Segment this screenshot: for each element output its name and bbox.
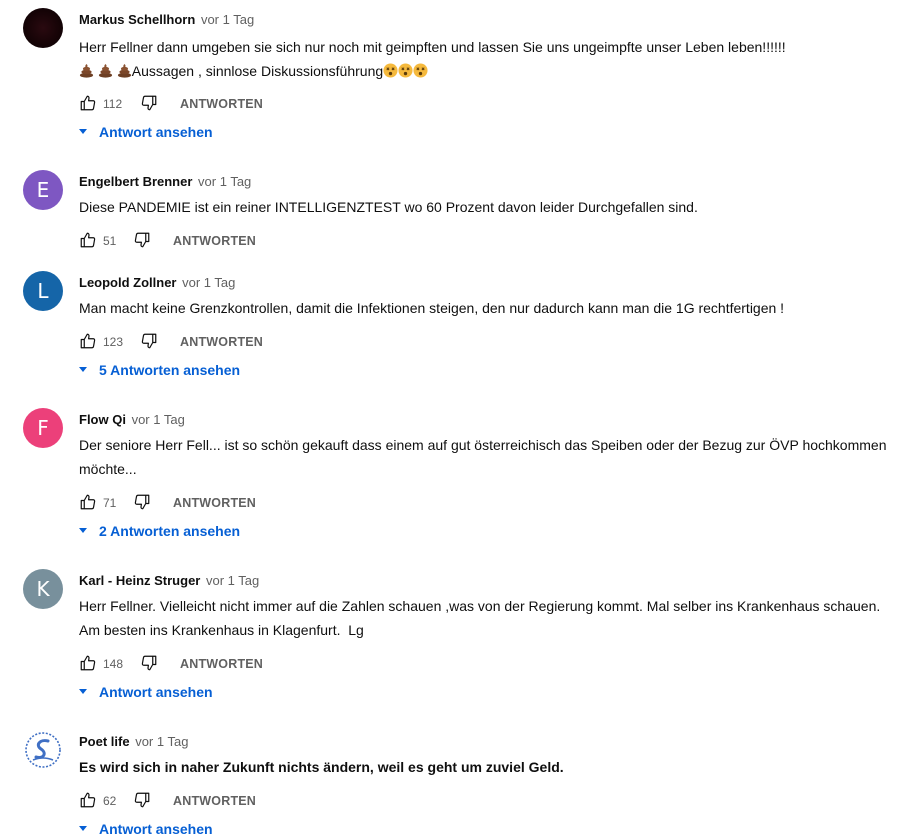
thumb-up-icon[interactable] [79, 654, 97, 672]
dizzy-face-emoji-icon [383, 63, 398, 79]
like-count: 62 [103, 794, 117, 808]
thumb-down-icon[interactable] [140, 654, 158, 672]
comment-text-line: Es wird sich in naher Zukunft nichts änd… [79, 759, 564, 775]
reply-button[interactable]: ANTWORTEN [180, 97, 263, 111]
avatar[interactable] [23, 730, 63, 770]
dizzy-face-emoji-icon [413, 63, 428, 79]
timestamp[interactable]: vor 1 Tag [182, 275, 235, 290]
comment-text: Diese PANDEMIE ist ein reiner INTELLIGEN… [79, 195, 909, 219]
view-replies-label: Antwort ansehen [99, 821, 213, 837]
thumb-down-icon[interactable] [140, 332, 158, 350]
like-count: 51 [103, 234, 117, 248]
timestamp[interactable]: vor 1 Tag [198, 174, 251, 189]
caret-down-icon [79, 825, 87, 831]
like-count: 71 [103, 496, 117, 510]
avatar[interactable]: F [23, 408, 63, 448]
caret-down-icon [79, 366, 87, 372]
author-name[interactable]: Poet life [79, 734, 130, 749]
comment-header: Engelbert Brenner vor 1 Tag [79, 174, 251, 189]
timestamp[interactable]: vor 1 Tag [135, 734, 188, 749]
avatar[interactable]: L [23, 271, 63, 311]
thumb-up-icon[interactable] [79, 791, 97, 809]
poet-logo-icon [25, 732, 61, 768]
poop-emoji-icon [117, 63, 132, 79]
view-replies-label: Antwort ansehen [99, 684, 213, 700]
timestamp[interactable]: vor 1 Tag [132, 412, 185, 427]
caret-down-icon [79, 527, 87, 533]
author-name[interactable]: Engelbert Brenner [79, 174, 192, 189]
view-replies-label: Antwort ansehen [99, 124, 213, 140]
reply-button[interactable]: ANTWORTEN [173, 496, 256, 510]
caret-down-icon [79, 128, 87, 134]
comment-header: Leopold Zollner vor 1 Tag [79, 275, 235, 290]
comment-text-line-2: möchte... [79, 461, 137, 477]
timestamp[interactable]: vor 1 Tag [201, 12, 254, 27]
like-count: 148 [103, 657, 124, 671]
comment-text-line: Man macht keine Grenzkontrollen, damit d… [79, 300, 785, 316]
reply-button[interactable]: ANTWORTEN [173, 794, 256, 808]
thumb-down-icon[interactable] [133, 231, 151, 249]
comment-text: Herr Fellner. Vielleicht nicht immer auf… [79, 594, 909, 642]
author-name[interactable]: Markus Schellhorn [79, 12, 195, 27]
thumb-down-icon[interactable] [140, 94, 158, 112]
like-count: 123 [103, 335, 124, 349]
like-count: 112 [103, 97, 123, 111]
comment-text: Man macht keine Grenzkontrollen, damit d… [79, 296, 909, 320]
reply-button[interactable]: ANTWORTEN [180, 335, 263, 349]
comment-text-span: Aussagen , sinnlose Diskussionsführung [131, 63, 384, 79]
thumb-up-icon[interactable] [79, 332, 97, 350]
comment-header: Markus Schellhorn vor 1 Tag [79, 12, 254, 27]
view-replies-button[interactable]: Antwort ansehen [79, 124, 213, 140]
timestamp[interactable]: vor 1 Tag [206, 573, 259, 588]
avatar[interactable] [23, 8, 63, 48]
thumb-up-icon[interactable] [79, 493, 97, 511]
comment-text-line: Der seniore Herr Fell... ist so schön ge… [79, 437, 887, 453]
avatar[interactable]: E [23, 170, 63, 210]
comment-text-line: Herr Fellner. Vielleicht nicht immer auf… [79, 598, 881, 614]
avatar-letter: K [36, 577, 50, 601]
comment-text: Es wird sich in naher Zukunft nichts änd… [79, 755, 909, 779]
caret-down-icon [79, 688, 87, 694]
view-replies-button[interactable]: 2 Antworten ansehen [79, 523, 240, 539]
view-replies-button[interactable]: Antwort ansehen [79, 684, 213, 700]
avatar-letter: E [36, 178, 50, 202]
reply-button[interactable]: ANTWORTEN [173, 234, 256, 248]
comment-text: Der seniore Herr Fell... ist so schön ge… [79, 433, 909, 481]
author-name[interactable]: Flow Qi [79, 412, 126, 427]
poop-emoji-icon [79, 63, 94, 79]
reply-button[interactable]: ANTWORTEN [180, 657, 263, 671]
avatar-letter: F [37, 416, 49, 440]
comment-header: Poet life vor 1 Tag [79, 734, 188, 749]
comment-text: Herr Fellner dann umgeben sie sich nur n… [79, 35, 909, 83]
thumb-down-icon[interactable] [133, 493, 151, 511]
view-replies-button[interactable]: Antwort ansehen [79, 821, 213, 837]
comment-text-line: Diese PANDEMIE ist ein reiner INTELLIGEN… [79, 199, 698, 215]
thumb-down-icon[interactable] [133, 791, 151, 809]
thumb-up-icon[interactable] [79, 231, 97, 249]
dizzy-face-emoji-icon [398, 63, 413, 79]
avatar[interactable]: K [23, 569, 63, 609]
comment-text-line-2: Aussagen , sinnlose Diskussionsführung [79, 59, 909, 83]
poop-emoji-icon [98, 63, 113, 79]
author-name[interactable]: Leopold Zollner [79, 275, 177, 290]
comment-text-line-2: Am besten ins Krankenhaus in Klagenfurt.… [79, 622, 364, 638]
author-name[interactable]: Karl - Heinz Struger [79, 573, 200, 588]
avatar-letter: L [37, 279, 49, 303]
comment-header: Karl - Heinz Struger vor 1 Tag [79, 573, 259, 588]
comment-header: Flow Qi vor 1 Tag [79, 412, 185, 427]
view-replies-label: 5 Antworten ansehen [99, 362, 241, 378]
comment-text-line: Herr Fellner dann umgeben sie sich nur n… [79, 39, 786, 55]
view-replies-label: 2 Antworten ansehen [99, 523, 241, 539]
view-replies-button[interactable]: 5 Antworten ansehen [79, 362, 240, 378]
thumb-up-icon[interactable] [79, 94, 97, 112]
